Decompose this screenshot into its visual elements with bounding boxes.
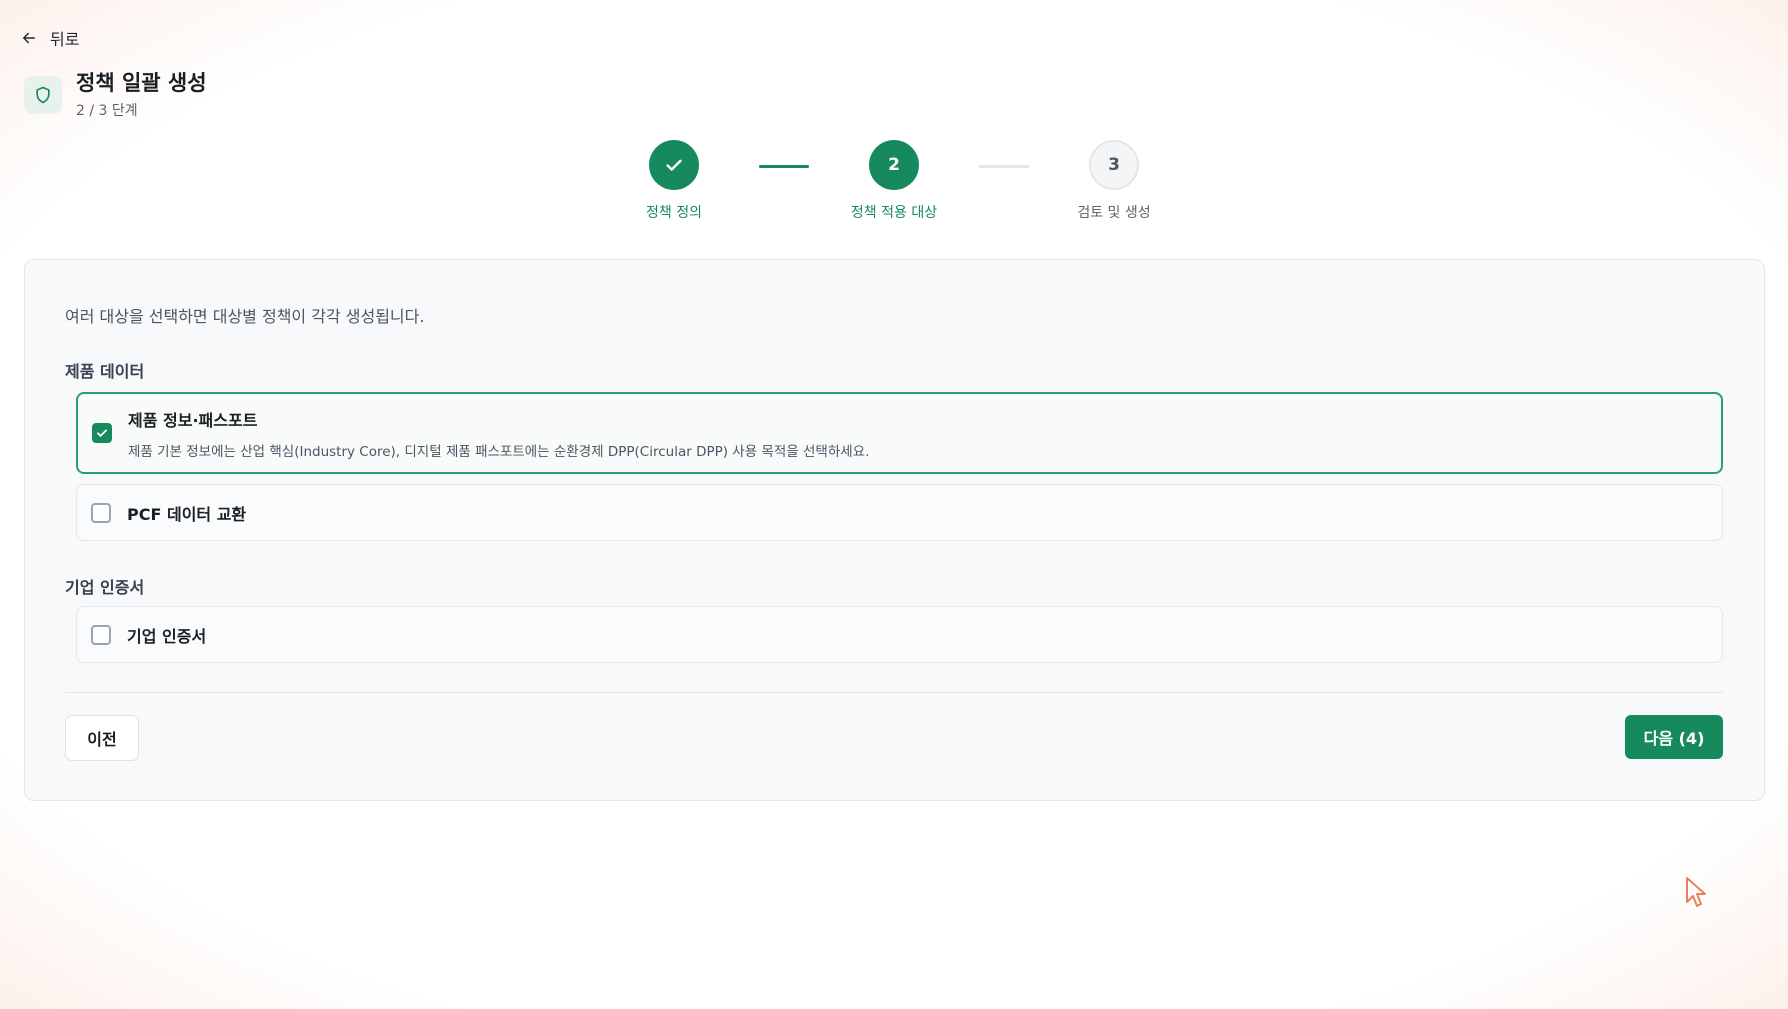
target-selection-card: 여러 대상을 선택하면 대상별 정책이 각각 생성됩니다. 제품 데이터 제품 … <box>24 259 1765 801</box>
back-button[interactable]: 뒤로 <box>20 26 79 50</box>
checkbox-product-passport[interactable] <box>92 423 112 443</box>
page-header: 정책 일괄 생성 2 / 3 단계 <box>24 70 207 120</box>
step-1-circle <box>649 140 699 190</box>
app-window: 뒤로 정책 일괄 생성 2 / 3 단계 정책 정의 2 정책 적용 대상 3 … <box>0 0 1788 1009</box>
option-title: PCF 데이터 교환 <box>127 504 247 524</box>
step-connector-1 <box>759 165 809 168</box>
divider <box>65 692 1723 693</box>
option-company-certificate[interactable]: 기업 인증서 <box>76 606 1723 663</box>
option-title: 제품 정보·패스포트 <box>128 410 258 430</box>
section-label-certificates: 기업 인증서 <box>65 578 145 597</box>
checkbox-company-certificate[interactable] <box>91 624 111 645</box>
page-title: 정책 일괄 생성 <box>76 71 207 95</box>
option-product-passport-text: 제품 정보·패스포트 제품 기본 정보에는 산업 핵심(Industry Cor… <box>128 407 869 460</box>
step-2-circle: 2 <box>869 140 919 190</box>
step-3-label: 검토 및 생성 <box>1077 205 1151 221</box>
next-button[interactable]: 다음 (4) <box>1625 715 1723 759</box>
option-pcf-exchange-text: PCF 데이터 교환 <box>127 501 246 525</box>
option-title: 기업 인증서 <box>127 626 207 646</box>
shield-icon <box>36 86 50 104</box>
step-indicator: 2 / 3 단계 <box>76 103 138 119</box>
mouse-cursor-icon <box>1686 877 1706 907</box>
step-3-circle: 3 <box>1089 140 1139 190</box>
stepper: 정책 정의 2 정책 적용 대상 3 검토 및 생성 <box>0 140 1788 230</box>
previous-button[interactable]: 이전 <box>65 715 139 761</box>
arrow-left-icon <box>23 32 35 44</box>
option-company-certificate-text: 기업 인증서 <box>127 623 206 647</box>
step-2-label: 정책 적용 대상 <box>850 205 938 221</box>
form-hint: 여러 대상을 선택하면 대상별 정책이 각각 생성됩니다. <box>65 307 425 326</box>
step-1: 정책 정의 <box>604 140 744 222</box>
option-pcf-exchange[interactable]: PCF 데이터 교환 <box>76 484 1723 541</box>
shield-icon-box <box>24 76 62 114</box>
section-label-product-data: 제품 데이터 <box>65 362 145 381</box>
back-label: 뒤로 <box>50 30 80 49</box>
check-icon <box>97 429 107 437</box>
step-connector-2 <box>979 165 1029 168</box>
option-product-passport[interactable]: 제품 정보·패스포트 제품 기본 정보에는 산업 핵심(Industry Cor… <box>76 392 1723 474</box>
check-icon <box>666 159 682 171</box>
option-description: 제품 기본 정보에는 산업 핵심(Industry Core), 디지털 제품 … <box>128 443 870 460</box>
step-2: 2 정책 적용 대상 <box>824 140 964 222</box>
step-3: 3 검토 및 생성 <box>1044 140 1184 222</box>
step-1-label: 정책 정의 <box>646 205 702 221</box>
checkbox-pcf-exchange[interactable] <box>91 502 111 523</box>
